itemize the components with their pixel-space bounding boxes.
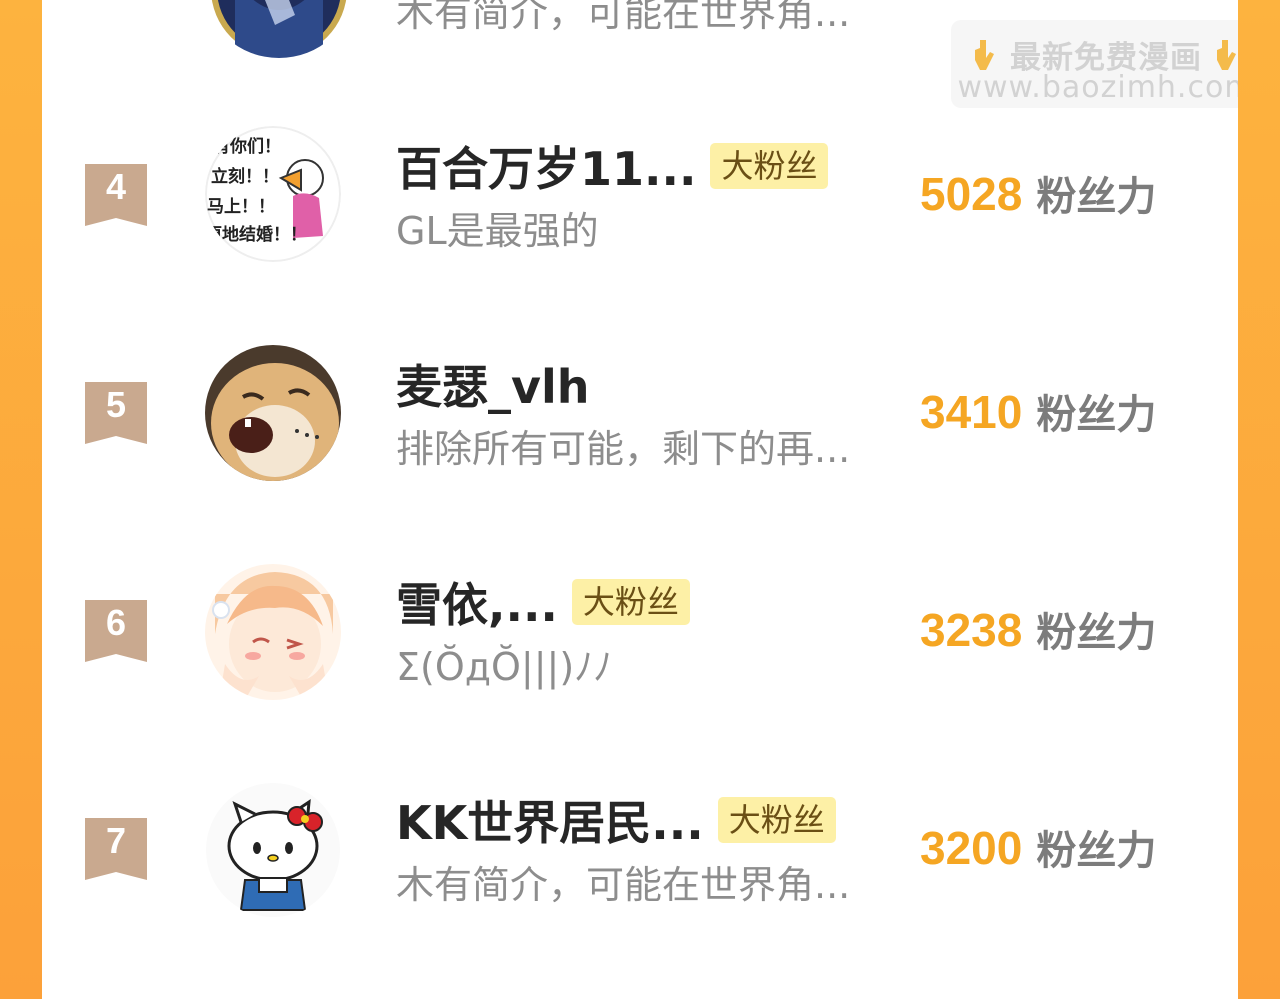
rank-number: 7: [105, 820, 127, 861]
rank-flag: 4: [85, 164, 147, 226]
ranking-row[interactable]: 7 KK世界居民... 大粉丝 木有简介，可能在世界角... 3200 粉丝力: [42, 748, 1238, 948]
fan-power: 3410 粉丝力: [920, 382, 1156, 440]
avatar-text-4: 原地结婚！！: [205, 224, 307, 245]
fan-power-value: 5028: [920, 168, 1023, 220]
ranking-row[interactable]: 6 雪依,... 大粉丝 Σ(ŎдŎ|||)ﾉﾉ 3238 粉丝力: [42, 530, 1238, 730]
fan-power: 3238 粉丝力: [920, 600, 1156, 658]
user-bio: GL是最强的: [396, 209, 599, 253]
rank-flag-partial: [85, 0, 147, 8]
fan-ranking-panel: 木有简介，可能在世界角... 最新免费漫画 www.baozimh.com 4: [42, 0, 1238, 999]
avatar[interactable]: [205, 345, 341, 481]
user-name[interactable]: 雪依,...: [396, 569, 558, 635]
avatar[interactable]: [205, 782, 341, 918]
fan-power-value: 3238: [920, 604, 1023, 656]
ranking-row[interactable]: 5 麦瑟_vlh 排除所有可能，剩下的再... 3410 粉丝力: [42, 312, 1238, 512]
rank-number: 5: [105, 384, 127, 425]
user-bio: Σ(ŎдŎ|||)ﾉﾉ: [396, 645, 613, 689]
fan-power-label: 粉丝力: [1036, 392, 1157, 438]
rank-flag: 6: [85, 600, 147, 662]
avatar[interactable]: [205, 564, 341, 700]
rank-flag: 5: [85, 382, 147, 444]
fan-badge: 大粉丝: [710, 143, 829, 189]
user-name[interactable]: KK世界居民...: [396, 787, 704, 853]
fan-power-value: 3410: [920, 386, 1023, 438]
pointing-down-icon: [1214, 38, 1238, 72]
right-orange-border: [1238, 0, 1280, 999]
ranking-row[interactable]: 4 有你们！ 立刻！！ 马上！！ 原地结婚！！ 百合万岁11... 大粉丝 GL…: [42, 94, 1238, 294]
avatar-text-1: 有你们！: [213, 136, 281, 157]
fan-badge: 大粉丝: [717, 797, 836, 843]
fan-power-value: 3200: [920, 822, 1023, 874]
user-bio: 木有简介，可能在世界角...: [396, 863, 851, 907]
left-orange-border: [0, 0, 42, 999]
fan-power-label: 粉丝力: [1036, 174, 1157, 220]
avatar[interactable]: 有你们！ 立刻！！ 马上！！ 原地结婚！！: [205, 126, 341, 262]
avatar-partial[interactable]: [205, 0, 353, 58]
pointing-down-icon: [972, 38, 998, 72]
avatar-text-3: 马上！！: [207, 197, 275, 217]
fan-badge: 大粉丝: [571, 579, 690, 625]
user-name[interactable]: 百合万岁11...: [396, 133, 696, 199]
fan-power-label: 粉丝力: [1036, 828, 1157, 874]
user-bio: 排除所有可能，剩下的再...: [396, 427, 851, 471]
rank-number: 6: [105, 602, 127, 643]
rank-flag: 7: [85, 818, 147, 880]
user-name[interactable]: 麦瑟_vlh: [396, 351, 590, 417]
fan-power-label: 粉丝力: [1036, 610, 1157, 656]
fan-power: 5028 粉丝力: [920, 164, 1156, 222]
avatar-text-2: 立刻！！: [211, 166, 279, 187]
rank-number: 4: [105, 166, 127, 207]
fan-power: 3200 粉丝力: [920, 818, 1156, 876]
user-bio-partial: 木有简介，可能在世界角...: [396, 0, 851, 35]
